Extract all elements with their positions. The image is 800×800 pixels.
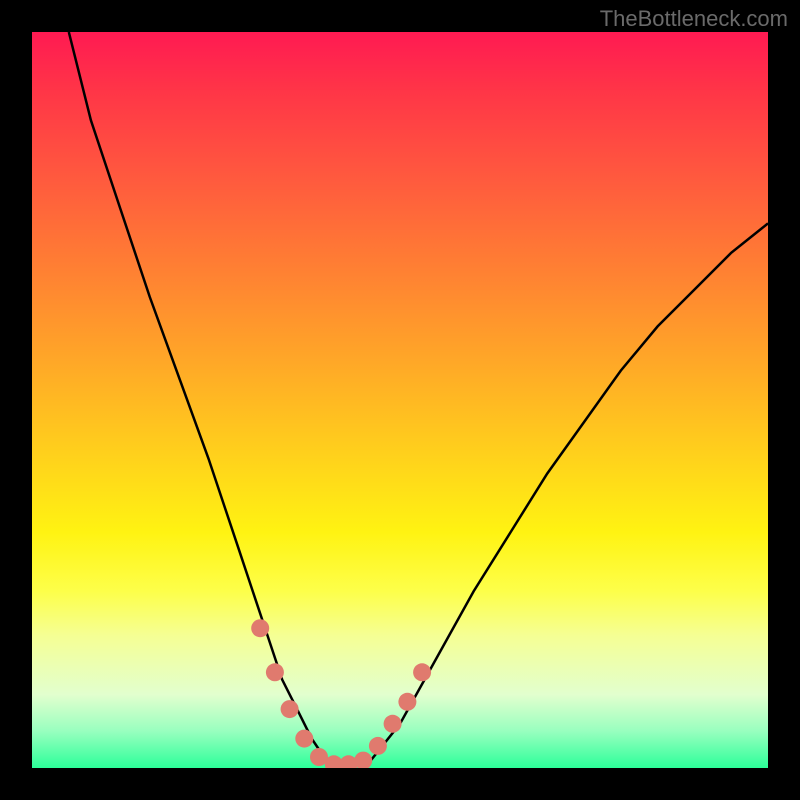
chart-svg — [32, 32, 768, 768]
data-marker — [384, 715, 402, 733]
data-marker — [251, 619, 269, 637]
curve-markers — [251, 619, 431, 768]
data-marker — [266, 663, 284, 681]
curve-line — [69, 32, 768, 764]
chart-container: TheBottleneck.com — [0, 0, 800, 800]
data-marker — [354, 752, 372, 768]
watermark-text: TheBottleneck.com — [600, 6, 788, 32]
data-marker — [413, 663, 431, 681]
bottleneck-curve — [69, 32, 768, 764]
data-marker — [281, 700, 299, 718]
plot-area — [32, 32, 768, 768]
data-marker — [369, 737, 387, 755]
data-marker — [295, 730, 313, 748]
data-marker — [398, 693, 416, 711]
